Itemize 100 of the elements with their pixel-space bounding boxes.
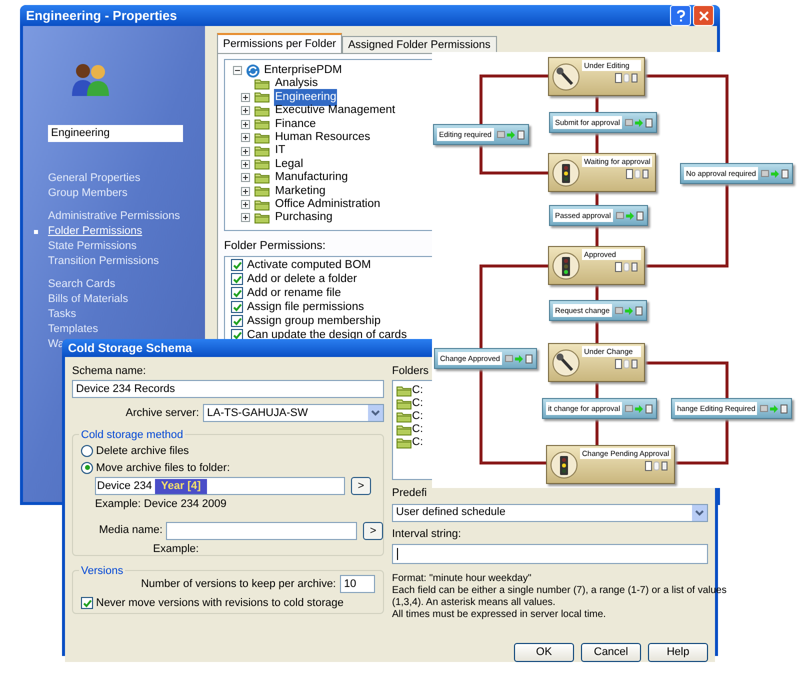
insert-button[interactable]: > xyxy=(363,522,383,540)
folder-icon xyxy=(254,158,270,170)
dialog-button[interactable]: Help xyxy=(648,643,708,662)
expand-button[interactable] xyxy=(241,146,250,156)
checkbox[interactable] xyxy=(231,301,243,314)
field-text: Device 234 xyxy=(97,478,152,494)
group-name-field: Engineering xyxy=(48,125,183,142)
folder-icon xyxy=(254,78,270,90)
text-field[interactable]: Device 234 Year [4] xyxy=(95,477,345,495)
checkbox-label: Add or delete a folder xyxy=(247,272,357,287)
traffic-light-icon xyxy=(550,450,578,478)
field-label: Predefi xyxy=(392,486,428,501)
window-title: Engineering - Properties xyxy=(26,6,177,25)
people-icon xyxy=(71,62,111,98)
expand-button[interactable] xyxy=(241,213,250,222)
folder-icon xyxy=(254,185,270,198)
connector-line xyxy=(596,285,598,300)
dialog-button[interactable]: OK xyxy=(514,643,574,662)
check-icon xyxy=(82,598,92,608)
radio-button[interactable] xyxy=(81,462,93,474)
collapse-button[interactable] xyxy=(233,66,242,76)
checkbox-label: Add or rename file xyxy=(247,286,341,301)
folder-icon xyxy=(254,118,270,130)
tab[interactable]: Permissions per Folder xyxy=(217,33,342,53)
plus-icon xyxy=(243,122,248,127)
wrench-icon xyxy=(552,62,580,90)
state-tools-drawing xyxy=(626,169,650,179)
checkbox-label: Never move versions with revisions to cold storage xyxy=(96,596,344,611)
field-label: Interval string: xyxy=(392,526,462,542)
checkbox[interactable] xyxy=(231,273,243,286)
text-field[interactable] xyxy=(392,544,708,564)
nav-link[interactable]: Administrative Permissions xyxy=(48,208,180,225)
section-label: Folder Permissions: xyxy=(224,239,326,254)
plus-icon xyxy=(243,135,248,140)
window-title: Cold Storage Schema xyxy=(68,340,192,357)
folder-icon xyxy=(254,145,270,158)
folder-icon xyxy=(396,398,412,410)
text-field[interactable] xyxy=(166,522,358,540)
expand-button[interactable] xyxy=(241,173,250,182)
plus-icon xyxy=(243,108,248,114)
connector-line xyxy=(596,192,598,205)
dropdown[interactable]: User defined schedule xyxy=(392,504,708,522)
close-button[interactable] xyxy=(693,5,714,26)
expand-button[interactable] xyxy=(241,200,250,210)
transition-tools-drawing xyxy=(505,354,534,364)
checkbox[interactable] xyxy=(231,287,243,300)
traffic-light-icon xyxy=(552,158,580,186)
example-text: Example: Device 234 2009 xyxy=(94,497,228,512)
checkbox[interactable] xyxy=(231,315,243,328)
transition-tools-drawing xyxy=(761,168,790,178)
field-label: Schema name: xyxy=(72,365,147,378)
tree-item[interactable]: Purchasing xyxy=(274,209,334,227)
expand-button[interactable] xyxy=(241,92,250,102)
expand-button[interactable] xyxy=(241,186,250,196)
nav-link[interactable]: Folder Permissions xyxy=(48,223,142,240)
connector-line xyxy=(596,226,598,246)
field-label: Archive server: xyxy=(126,406,199,421)
chevron-down-icon xyxy=(368,405,383,421)
wrench-icon xyxy=(552,348,580,376)
insert-button[interactable]: > xyxy=(351,477,371,495)
transition-tools-drawing xyxy=(616,210,644,220)
connector-line xyxy=(596,133,598,153)
folder-icon xyxy=(396,410,412,422)
plus-icon xyxy=(243,94,248,100)
number-field[interactable]: 10 xyxy=(340,575,375,593)
nav-link[interactable]: Search Cards xyxy=(48,276,116,293)
field-label: Folders xyxy=(392,365,430,378)
help-button[interactable] xyxy=(670,5,691,26)
expand-button[interactable] xyxy=(241,120,250,129)
state-tools-drawing xyxy=(615,73,639,83)
folder-icon xyxy=(396,384,412,396)
state-tools-drawing xyxy=(645,461,670,471)
folder-icon xyxy=(254,104,270,117)
help-text: All times must be expressed in server local time. xyxy=(392,609,606,621)
tab[interactable]: Assigned Folder Permissions xyxy=(342,36,497,53)
text-field[interactable]: Device 234 Records xyxy=(72,380,384,398)
dialog-button[interactable]: Cancel xyxy=(581,643,641,662)
checkbox-label: Can update the design of cards xyxy=(247,328,407,343)
plus-icon xyxy=(243,188,248,194)
checkbox[interactable] xyxy=(81,597,93,610)
state-tools-drawing xyxy=(615,262,639,272)
nav-link[interactable]: Transition Permissions xyxy=(48,253,159,270)
transition-tools-drawing xyxy=(625,404,654,414)
folder-icon xyxy=(396,436,412,448)
help-icon xyxy=(676,10,686,22)
folder-icon xyxy=(254,172,270,184)
connector-line xyxy=(596,95,598,112)
token-chip: Year [4] xyxy=(155,478,207,494)
text-cursor xyxy=(397,548,398,560)
traffic-light-icon xyxy=(552,252,580,280)
expand-button[interactable] xyxy=(241,160,250,169)
expand-button[interactable] xyxy=(241,133,250,142)
connector-line xyxy=(480,74,548,124)
expand-button[interactable] xyxy=(241,106,250,116)
transition-tools-drawing xyxy=(496,130,525,140)
checkbox[interactable] xyxy=(231,259,243,272)
folder-icon xyxy=(254,212,270,224)
radio-button[interactable] xyxy=(81,445,93,458)
dropdown[interactable]: LA-TS-GAHUJA-SW xyxy=(203,404,384,422)
radio-label: Delete archive files xyxy=(96,444,189,459)
